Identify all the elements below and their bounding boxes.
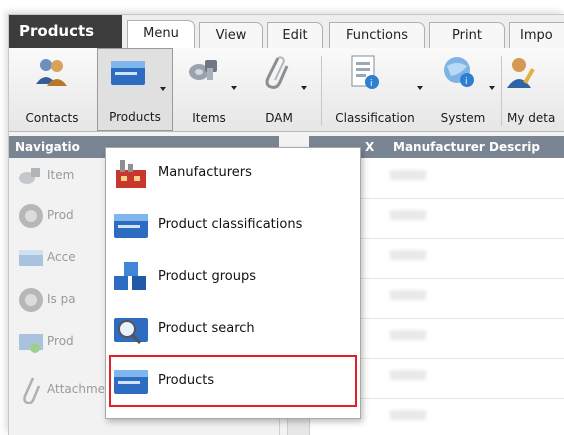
- toolbar-separator: [501, 56, 502, 126]
- ribbon-toolbar: Contacts Products Items DAM i Classifica…: [9, 48, 564, 132]
- menu-item-label: Product classifications: [158, 217, 303, 232]
- menu-item-label: Product search: [158, 321, 255, 336]
- menu-item-product-groups[interactable]: Product groups: [112, 254, 354, 300]
- tab-menu[interactable]: Menu: [127, 20, 195, 48]
- toolbar-products-button[interactable]: Products: [97, 48, 173, 131]
- nav-item-label: Prod: [47, 334, 74, 348]
- products-dropdown-menu: Manufacturers Product classifications Pr…: [105, 147, 361, 419]
- toolbar-label: My deta: [507, 111, 556, 125]
- cubes-icon: [114, 262, 146, 290]
- paperclip-icon: [23, 377, 41, 404]
- app-title: Products: [9, 15, 122, 48]
- contacts-icon: [36, 59, 67, 86]
- toolbar-label: DAM: [265, 111, 293, 125]
- menu-item-product-classifications[interactable]: Product classifications: [112, 202, 354, 248]
- items-bolts-icon: [19, 168, 40, 184]
- user-pencil-icon: [506, 58, 535, 88]
- chevron-down-icon: [489, 86, 495, 90]
- items-bolts-icon: [188, 60, 217, 80]
- search-icon: [114, 318, 148, 345]
- tab-view[interactable]: View: [199, 22, 263, 48]
- menu-item-label: Product groups: [158, 269, 257, 284]
- tab-functions[interactable]: Functions: [329, 22, 425, 48]
- tab-import[interactable]: Impo: [509, 22, 564, 48]
- nav-item-label: Item: [47, 168, 75, 182]
- product-box-icon: [19, 334, 43, 353]
- toolbar-label: Classification: [335, 111, 415, 125]
- toolbar-label: System: [440, 111, 486, 125]
- toolbar-contacts-button[interactable]: Contacts: [9, 48, 95, 131]
- grid-header-x[interactable]: X: [365, 136, 374, 158]
- menu-item-label: Manufacturers: [158, 165, 252, 180]
- tab-edit[interactable]: Edit: [267, 22, 323, 48]
- chevron-down-icon: [231, 86, 237, 90]
- toolbar-label: Contacts: [25, 111, 79, 125]
- menu-item-products[interactable]: Products: [109, 355, 357, 407]
- product-box-icon: [111, 61, 146, 85]
- nav-item-label: Is pa: [47, 292, 76, 306]
- toolbar-classification-button[interactable]: i Classification: [325, 48, 425, 131]
- toolbar-separator: [321, 56, 322, 126]
- tab-print[interactable]: Print: [429, 22, 505, 48]
- menu-item-label: Products: [158, 373, 215, 388]
- toolbar-label: Products: [109, 110, 161, 124]
- app-window: Products Menu View Edit Functions Print …: [8, 14, 564, 435]
- svg-text:i: i: [465, 77, 468, 87]
- tire-icon: [19, 204, 43, 228]
- product-box-icon: [19, 250, 43, 266]
- menu-item-manufacturers[interactable]: Manufacturers: [112, 150, 354, 196]
- chevron-down-icon: [301, 86, 307, 90]
- nav-item-label: Prod: [47, 208, 74, 222]
- chevron-down-icon: [160, 87, 166, 91]
- menu-item-product-search[interactable]: Product search: [112, 306, 354, 352]
- ribbon-tab-bar: Products Menu View Edit Functions Print …: [9, 15, 564, 49]
- product-box-icon: [114, 214, 148, 238]
- toolbar-dam-button[interactable]: DAM: [245, 48, 313, 131]
- toolbar-my-details-button[interactable]: My deta: [503, 48, 564, 131]
- toolbar-items-button[interactable]: Items: [175, 48, 243, 131]
- nav-item-label: Acce: [47, 250, 76, 264]
- product-box-icon: [114, 370, 148, 394]
- toolbar-label: Items: [192, 111, 226, 125]
- factory-icon: [116, 160, 146, 188]
- tire-icon: [19, 288, 43, 312]
- svg-text:i: i: [370, 79, 373, 89]
- paperclip-icon: [265, 56, 289, 89]
- classification-document-icon: i: [351, 55, 379, 89]
- chevron-down-icon: [417, 86, 423, 90]
- grid-header-manufacturer-description[interactable]: Manufacturer Descrip: [393, 136, 540, 158]
- toolbar-system-button[interactable]: i System: [427, 48, 499, 131]
- globe-info-icon: i: [443, 57, 474, 87]
